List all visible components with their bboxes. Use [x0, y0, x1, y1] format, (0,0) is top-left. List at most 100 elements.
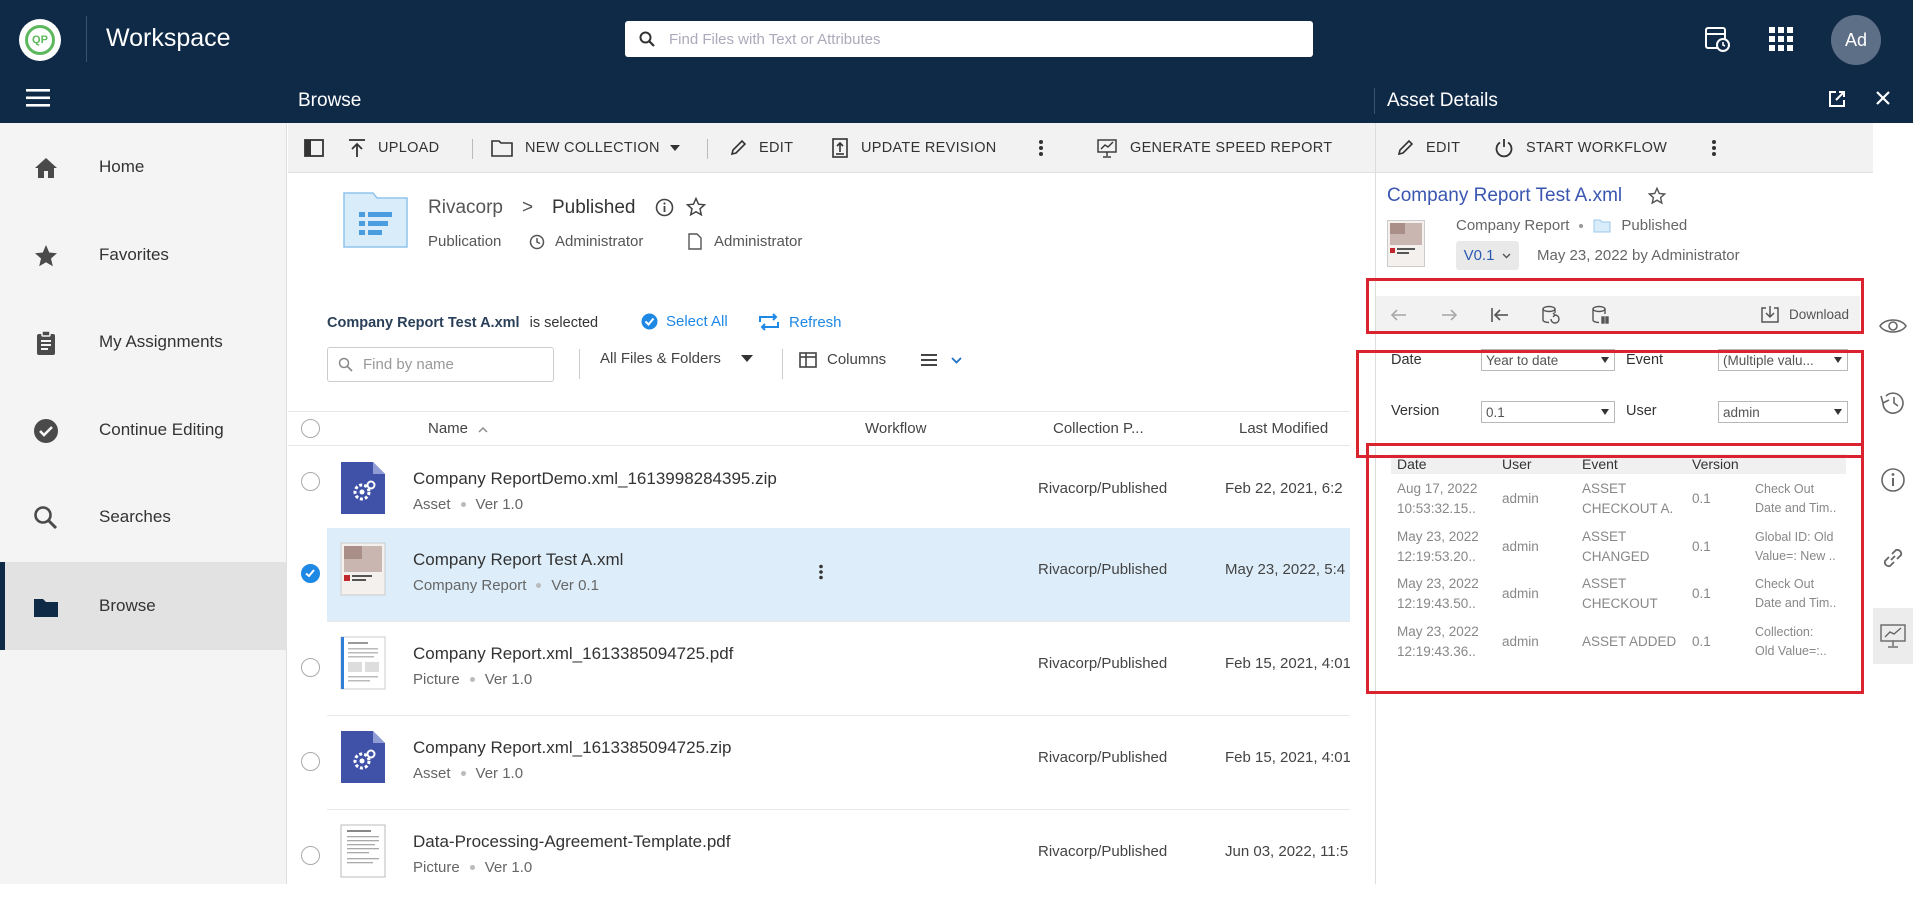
- sidebar-item-my-assignments[interactable]: My Assignments: [0, 298, 287, 386]
- columns-button[interactable]: Columns: [799, 351, 886, 368]
- asset-title[interactable]: Company Report Test A.xml: [1387, 185, 1622, 207]
- update-revision-button[interactable]: UPDATE REVISION: [831, 123, 997, 173]
- favorite-star-icon[interactable]: [1648, 187, 1666, 205]
- edit-button[interactable]: EDIT: [729, 123, 793, 173]
- file-name[interactable]: Company ReportDemo.xml_1613998284395.zip: [413, 469, 777, 489]
- collection-creator-label: Administrator: [714, 233, 803, 250]
- sidebar-item-searches[interactable]: Searches: [0, 473, 287, 561]
- version-dropdown[interactable]: V0.1: [1456, 241, 1519, 270]
- more-actions-button[interactable]: [1038, 123, 1056, 173]
- start-workflow-button[interactable]: START WORKFLOW: [1494, 123, 1667, 173]
- file-type: Asset: [413, 496, 451, 513]
- star-icon: [35, 245, 57, 267]
- menu-icon[interactable]: [26, 88, 50, 113]
- upload-button[interactable]: UPLOAD: [348, 123, 439, 173]
- gear-file-thumbnail: [341, 462, 385, 514]
- presentation-chart-icon: [1097, 139, 1117, 158]
- filter-separator: [579, 349, 580, 379]
- sidebar-item-label: Continue Editing: [99, 420, 224, 439]
- toggle-panel-button[interactable]: [304, 123, 336, 173]
- column-header-collection-path[interactable]: Collection P...: [1053, 420, 1144, 437]
- edit-label: EDIT: [759, 140, 794, 156]
- sidebar-item-home[interactable]: Home: [0, 123, 287, 211]
- column-header-workflow[interactable]: Workflow: [865, 420, 926, 437]
- list-view-icon: [921, 354, 937, 366]
- table-row[interactable]: Company ReportDemo.xml_1613998284395.zip…: [327, 447, 1350, 541]
- open-external-icon[interactable]: [1828, 90, 1850, 112]
- sidebar-toggle-icon: [304, 139, 324, 157]
- file-name[interactable]: Company Report.xml_1613385094725.zip: [413, 738, 731, 758]
- selected-item-name: Company Report Test A.xml: [327, 315, 520, 331]
- sidebar-item-continue-editing[interactable]: Continue Editing: [0, 386, 287, 474]
- close-icon[interactable]: [1875, 90, 1897, 112]
- highlight-box-nav: [1366, 278, 1864, 334]
- table-row[interactable]: Company Report.xml_1613385094725.zip Ass…: [327, 716, 1350, 810]
- row-select-radio-checked[interactable]: [301, 564, 320, 583]
- search-icon: [338, 357, 353, 372]
- panel-divider: [1374, 88, 1375, 114]
- sidebar-item-browse[interactable]: Browse: [0, 562, 287, 650]
- file-name[interactable]: Company Report Test A.xml: [413, 550, 623, 570]
- upload-icon: [349, 139, 365, 157]
- breadcrumb-parent[interactable]: Rivacorp: [428, 197, 503, 219]
- table-row[interactable]: Data-Processing-Agreement-Template.pdf P…: [327, 810, 1350, 904]
- new-collection-button[interactable]: NEW COLLECTION: [491, 123, 680, 173]
- preview-eye-icon[interactable]: [1876, 309, 1910, 343]
- global-search-input[interactable]: [669, 30, 1289, 48]
- file-version: Ver 1.0: [475, 765, 524, 782]
- global-search[interactable]: [625, 21, 1313, 57]
- sidebar-item-favorites[interactable]: Favorites: [0, 211, 287, 299]
- row-more-icon[interactable]: [818, 564, 824, 580]
- table-header: Name Workflow Collection P... Last Modif…: [288, 411, 1350, 446]
- column-header-label: Name: [428, 420, 469, 437]
- row-select-radio[interactable]: [301, 752, 320, 771]
- row-select-radio[interactable]: [301, 846, 320, 865]
- link-icon[interactable]: [1876, 541, 1910, 575]
- find-by-name-field[interactable]: [327, 347, 554, 382]
- refresh-button[interactable]: Refresh: [757, 313, 842, 331]
- file-name[interactable]: Data-Processing-Agreement-Template.pdf: [413, 832, 730, 852]
- info-icon[interactable]: [1876, 463, 1910, 497]
- scope-filter-dropdown[interactable]: All Files & Folders: [600, 350, 753, 367]
- file-collection-path: Rivacorp/Published: [1038, 480, 1168, 497]
- column-header-name[interactable]: Name: [428, 420, 488, 437]
- home-icon: [35, 158, 57, 178]
- table-row-selected[interactable]: Company Report Test A.xml Company Report…: [327, 528, 1350, 622]
- update-revision-label: UPDATE REVISION: [861, 140, 997, 156]
- caret-down-icon: [740, 355, 753, 362]
- highlight-box-history: [1366, 443, 1864, 694]
- select-all-button[interactable]: Select All: [641, 313, 728, 330]
- details-more-button[interactable]: [1711, 123, 1729, 173]
- table-row[interactable]: Company Report.xml_1613385094725.pdf Pic…: [327, 622, 1350, 716]
- info-icon[interactable]: [655, 198, 674, 217]
- asset-location[interactable]: Published: [1621, 217, 1687, 234]
- search-icon: [639, 31, 655, 47]
- column-header-last-modified[interactable]: Last Modified: [1239, 420, 1328, 437]
- toolbar-separator: [707, 139, 708, 159]
- generate-speed-report-button[interactable]: GENERATE SPEED REPORT: [1096, 123, 1332, 173]
- row-select-radio[interactable]: [301, 472, 320, 491]
- check-circle-icon: [34, 419, 58, 443]
- row-select-radio[interactable]: [301, 658, 320, 677]
- file-version: Ver 1.0: [475, 496, 524, 513]
- history-icon[interactable]: [1876, 386, 1910, 420]
- asset-thumbnail: [1387, 220, 1425, 267]
- select-all-radio[interactable]: [301, 419, 320, 438]
- sidebar-item-label: My Assignments: [99, 332, 223, 351]
- calendar-clock-icon[interactable]: [1700, 22, 1734, 56]
- more-vertical-icon: [1712, 140, 1716, 156]
- view-mode-button[interactable]: [921, 353, 962, 367]
- find-by-name-input[interactable]: [363, 356, 543, 373]
- top-bar: QP Workspace Ad: [0, 0, 1913, 78]
- user-avatar[interactable]: Ad: [1831, 15, 1881, 65]
- file-name[interactable]: Company Report.xml_1613385094725.pdf: [413, 644, 733, 664]
- app-logo[interactable]: QP: [19, 19, 61, 61]
- apps-grid-icon[interactable]: [1764, 22, 1798, 56]
- top-divider: [86, 16, 87, 62]
- file-meta: Asset Ver 1.0: [413, 496, 523, 513]
- favorite-star-icon[interactable]: [686, 197, 706, 217]
- speed-report-icon[interactable]: [1876, 619, 1910, 653]
- pencil-icon: [730, 139, 747, 156]
- details-edit-button[interactable]: EDIT: [1396, 123, 1460, 173]
- logo-mark: QP: [25, 25, 55, 55]
